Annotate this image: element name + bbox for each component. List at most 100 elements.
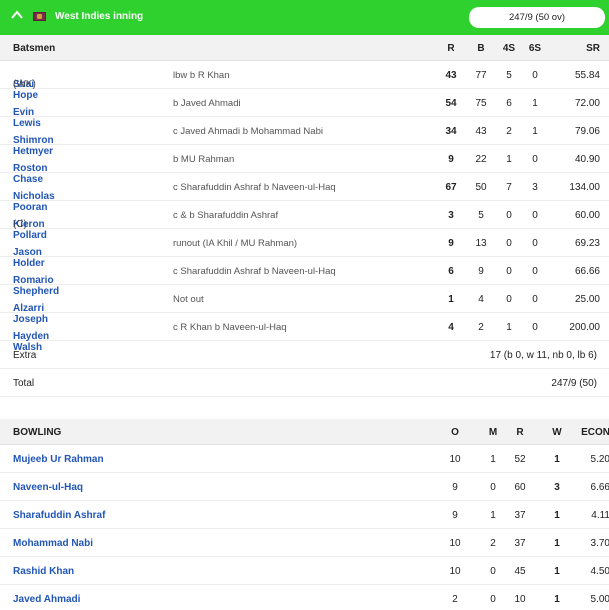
overs-cell: 9 (452, 482, 458, 493)
batsman-row: Kieron Pollard (C) c & b Sharafuddin Ashr… (0, 201, 609, 241)
runs-cell: 9 (448, 238, 454, 249)
bowler-row: Naveen-ul-Haq 9 0 60 3 6.66 (0, 473, 609, 501)
wickets-cell: 1 (554, 510, 560, 521)
bowling-runs-cell: 37 (514, 538, 526, 549)
wickets-cell: 1 (554, 594, 560, 605)
economy-cell: 5.00 (590, 594, 609, 605)
strike-rate-cell: 25.00 (574, 294, 600, 305)
strike-rate-cell: 72.00 (574, 98, 600, 109)
bowler-name-link[interactable]: Rashid Khan (13, 566, 74, 577)
maidens-cell: 0 (490, 566, 496, 577)
balls-cell: 13 (475, 238, 487, 249)
overs-heading: O (451, 427, 459, 438)
runs-cell: 9 (448, 154, 454, 165)
strike-rate-cell: 79.06 (574, 126, 600, 137)
runs-cell: 43 (445, 70, 457, 81)
economy-cell: 4.11 (591, 510, 609, 521)
sixes-cell: 3 (532, 182, 538, 193)
sixes-cell: 0 (532, 238, 538, 249)
wickets-cell: 3 (554, 482, 560, 493)
chevron-up-icon[interactable] (10, 8, 24, 22)
sixes-cell: 1 (532, 98, 538, 109)
dismissal-text: lbw b R Khan (173, 70, 230, 81)
bowler-row: Javed Ahmadi 2 0 10 1 5.00 (0, 585, 609, 610)
runs-cell: 4 (448, 322, 454, 333)
batsman-row: Shai Hope (WK) lbw b R Khan 43 77 5 0 55.84 (0, 61, 609, 101)
strike-rate-cell: 134.00 (569, 182, 600, 193)
batsman-row: Alzarri Joseph Not out 1 4 0 0 25.00 (0, 285, 609, 325)
extras-row: Extra 17 (b 0, w 11, nb 0, lb 6) (0, 341, 609, 369)
balls-cell: 2 (478, 322, 484, 333)
balls-cell: 77 (475, 70, 487, 81)
sixes-cell: 0 (532, 210, 538, 221)
balls-cell: 75 (475, 98, 487, 109)
maidens-cell: 2 (490, 538, 496, 549)
balls-cell: 43 (475, 126, 487, 137)
innings-score-badge: 247/9 (50 ov) (469, 7, 605, 28)
wickets-cell: 1 (554, 566, 560, 577)
dismissal-text: c Sharafuddin Ashraf b Naveen-ul-Haq (173, 182, 336, 193)
dismissal-text: runout (IA Khil / MU Rahman) (173, 238, 298, 249)
balls-cell: 5 (478, 210, 484, 221)
overs-cell: 2 (452, 594, 458, 605)
extras-label: Extra (13, 350, 37, 361)
strike-rate-cell: 66.66 (574, 266, 600, 277)
runs-cell: 1 (448, 294, 454, 305)
strike-rate-cell: 60.00 (574, 210, 600, 221)
bowling-runs-heading: R (516, 427, 524, 438)
dismissal-text: b MU Rahman (173, 154, 235, 165)
innings-title: West Indies inning (55, 11, 144, 22)
economy-cell: 4.50 (590, 566, 609, 577)
bowler-name-link[interactable]: Naveen-ul-Haq (13, 482, 83, 493)
runs-cell: 34 (445, 126, 457, 137)
runs-cell: 3 (448, 210, 454, 221)
bowling-runs-cell: 10 (514, 594, 526, 605)
overs-cell: 9 (452, 510, 458, 521)
maidens-cell: 0 (490, 482, 496, 493)
balls-heading: B (477, 43, 485, 54)
maidens-heading: M (488, 427, 498, 438)
sixes-cell: 0 (532, 322, 538, 333)
balls-cell: 50 (475, 182, 487, 193)
batsman-row: Jason Holder runout (IA Khil / MU Rahman)… (0, 229, 609, 269)
runs-cell: 6 (448, 266, 454, 277)
bowler-name-link[interactable]: Sharafuddin Ashraf (13, 510, 105, 521)
bowler-row: Sharafuddin Ashraf 9 1 37 1 4.11 (0, 501, 609, 529)
batsmen-heading: Batsmen (13, 43, 56, 54)
sixes-cell: 0 (532, 70, 538, 81)
bowling-runs-cell: 37 (514, 510, 526, 521)
bowler-name-link[interactable]: Javed Ahmadi (13, 594, 80, 605)
wickets-cell: 1 (554, 538, 560, 549)
batsman-row: Hayden Walsh c R Khan b Naveen-ul-Haq 4 2 1 0… (0, 313, 609, 353)
maidens-cell: 0 (490, 594, 496, 605)
innings-header[interactable]: West Indies inning 247/9 (50 ov) (0, 0, 609, 35)
sixes-cell: 1 (532, 126, 538, 137)
dismissal-text: c Sharafuddin Ashraf b Naveen-ul-Haq (173, 266, 336, 277)
bowling-table: Mujeeb Ur Rahman 10 1 52 1 5.20 Naveen-ul-Haq 9… (0, 445, 609, 610)
batsman-row: Shimron Hetmyer c Javed Ahmadi b Mohammad… (0, 117, 609, 157)
sixes-heading: 6S (528, 43, 542, 54)
strike-rate-cell: 40.90 (574, 154, 600, 165)
section-gap (0, 397, 609, 419)
overs-cell: 10 (449, 454, 461, 465)
dismissal-text: Not out (173, 294, 204, 305)
balls-cell: 9 (478, 266, 484, 277)
bowling-heading: BOWLING (13, 427, 62, 438)
bowler-name-link[interactable]: Mohammad Nabi (13, 538, 93, 549)
strike-rate-cell: 69.23 (574, 238, 600, 249)
dismissal-text: c Javed Ahmadi b Mohammad Nabi (173, 126, 323, 137)
dismissal-text: c R Khan b Naveen-ul-Haq (173, 322, 287, 333)
total-label: Total (13, 378, 35, 389)
economy-cell: 3.70 (590, 538, 609, 549)
dismissal-text: c & b Sharafuddin Ashraf (173, 210, 279, 221)
bowler-row: Mohammad Nabi 10 2 37 1 3.70 (0, 529, 609, 557)
sixes-cell: 0 (532, 154, 538, 165)
overs-cell: 10 (449, 566, 461, 577)
wickets-heading: W (552, 427, 562, 438)
batting-table: Shai Hope (WK) lbw b R Khan 43 77 5 0 55.84 Evi… (0, 61, 609, 353)
runs-cell: 67 (445, 182, 457, 193)
bowler-name-link[interactable]: Mujeeb Ur Rahman (13, 454, 104, 465)
economy-cell: 6.66 (590, 482, 609, 493)
extras-value: 17 (b 0, w 11, nb 0, lb 6) (489, 350, 597, 361)
runs-cell: 54 (445, 98, 457, 109)
